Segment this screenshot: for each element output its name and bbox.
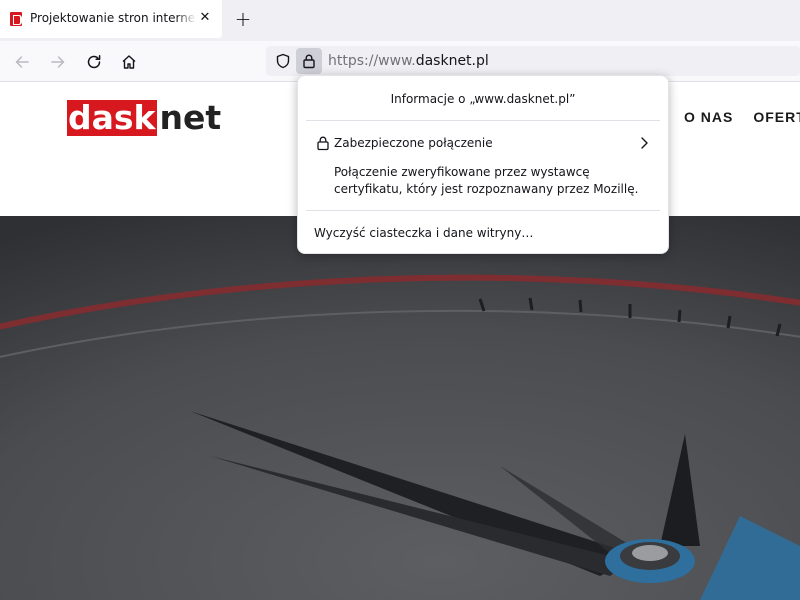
popup-divider xyxy=(306,120,660,121)
shield-icon xyxy=(276,53,290,69)
tab-active[interactable]: Projektowanie stron internetowych ✕ xyxy=(0,0,222,38)
url-text[interactable]: https://www.dasknet.pl xyxy=(328,53,489,69)
padlock-icon xyxy=(317,136,329,151)
menu-item-o-nas[interactable]: O NAS xyxy=(684,109,733,125)
tab-strip: Projektowanie stron internetowych ✕ + xyxy=(0,0,800,41)
secure-connection-row[interactable]: Zabezpieczone połączenie xyxy=(306,128,660,158)
site-logo[interactable]: dask net xyxy=(67,100,221,136)
chevron-right-icon xyxy=(641,137,648,149)
reload-button[interactable] xyxy=(81,49,107,75)
arrow-right-icon xyxy=(51,56,65,68)
tab-close-icon[interactable]: ✕ xyxy=(196,9,214,27)
certificate-verification-text: Połączenie zweryfikowane przez wystawcę … xyxy=(334,165,639,196)
menu-item-oferta[interactable]: OFERTA xyxy=(753,109,800,125)
logo-part-red: dask xyxy=(67,98,158,137)
site-identity-button[interactable] xyxy=(296,48,322,74)
url-bar[interactable]: https://www.dasknet.pl xyxy=(266,46,800,76)
arrow-left-icon xyxy=(15,56,29,68)
site-info-popup: Informacje o „www.dasknet.pl” Zabezpiecz… xyxy=(297,75,669,254)
hero-compass-image xyxy=(0,216,800,600)
new-tab-button[interactable]: + xyxy=(232,8,254,30)
tab-title: Projektowanie stron internetowych xyxy=(30,11,196,25)
clear-cookies-label: Wyczyść ciasteczka i dane witryny… xyxy=(314,226,534,240)
url-scheme: https://www. xyxy=(328,53,416,69)
secure-connection-label: Zabezpieczone połączenie xyxy=(334,136,493,150)
tracking-protection-button[interactable] xyxy=(270,48,296,74)
site-favicon-icon xyxy=(10,12,22,26)
clear-cookies-button[interactable]: Wyczyść ciasteczka i dane witryny… xyxy=(306,219,660,247)
url-host: dasknet.pl xyxy=(415,53,489,69)
home-icon xyxy=(122,55,136,69)
compass-illustration xyxy=(0,216,800,600)
back-button[interactable] xyxy=(9,49,35,75)
forward-button[interactable] xyxy=(45,49,71,75)
reload-icon xyxy=(87,55,101,69)
popup-title: Informacje o „www.dasknet.pl” xyxy=(390,92,576,106)
padlock-icon xyxy=(303,54,315,69)
logo-part-dark: net xyxy=(159,98,222,137)
home-button[interactable] xyxy=(116,49,142,75)
site-menu: O NAS OFERTA xyxy=(684,109,800,125)
popup-divider xyxy=(306,210,660,211)
